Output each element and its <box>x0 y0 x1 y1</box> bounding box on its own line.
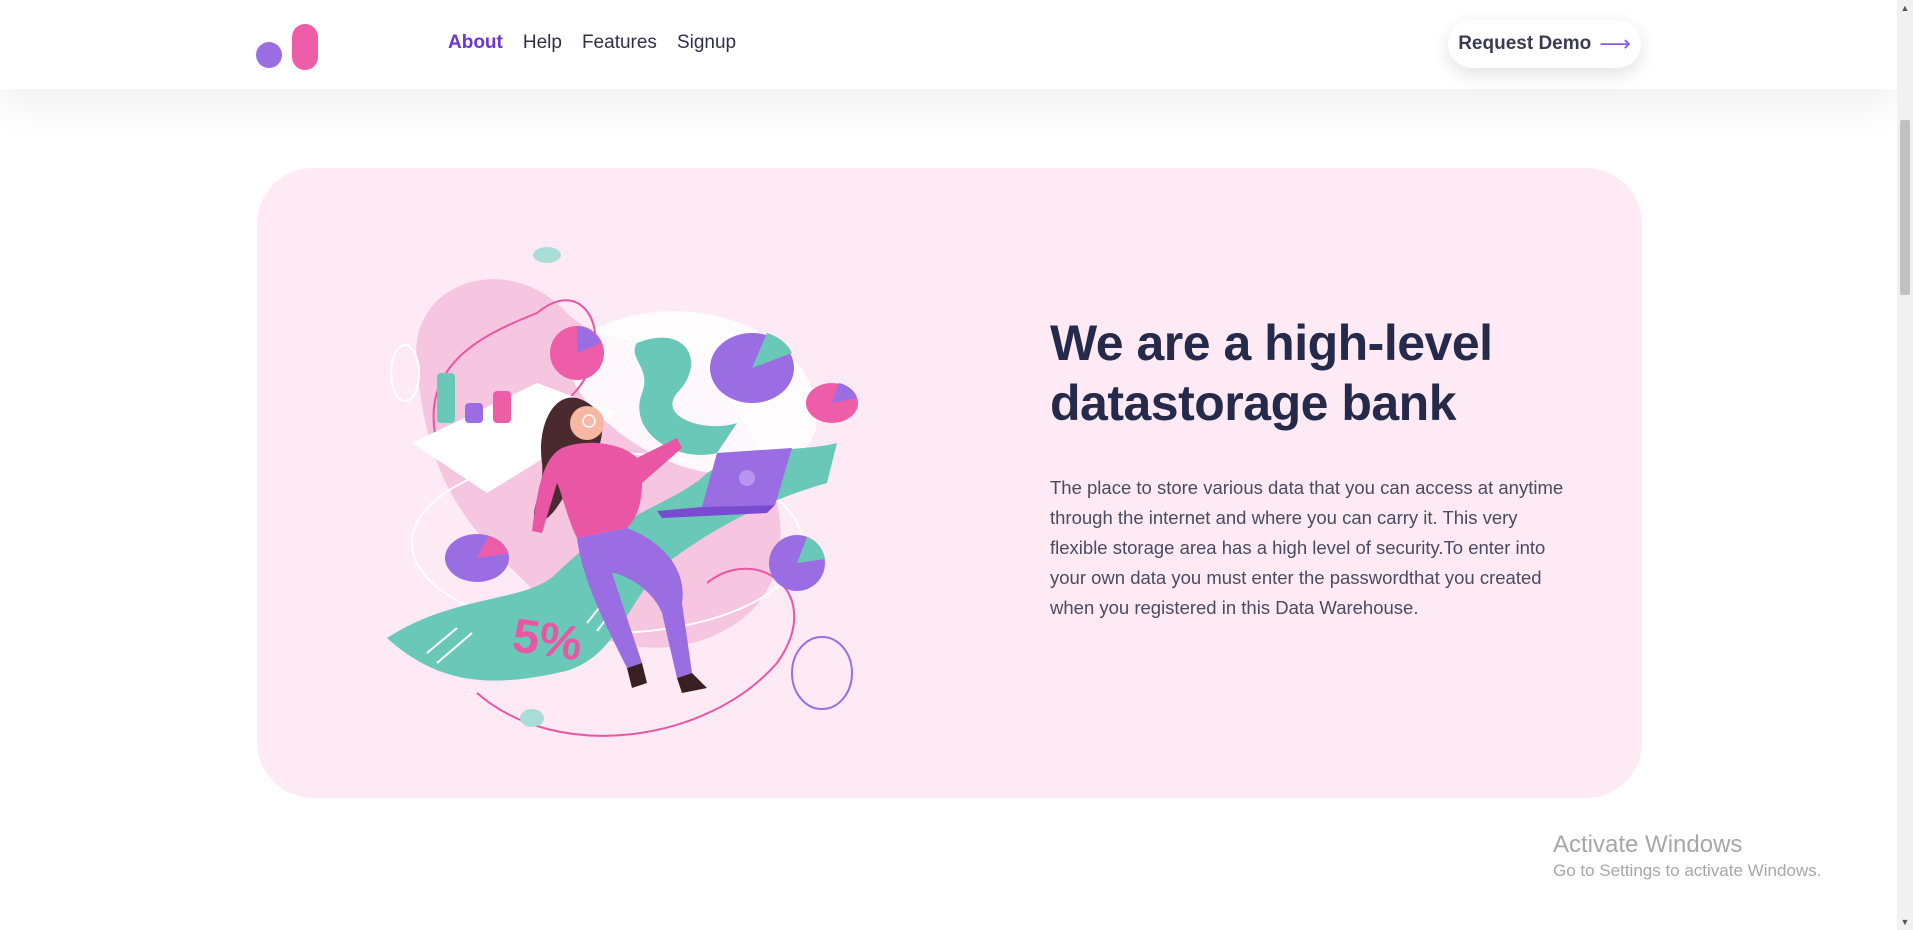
nav-features[interactable]: Features <box>582 30 657 56</box>
teal-dot-bottom <box>520 709 544 727</box>
laptop-logo <box>739 470 755 486</box>
hero-card: 5% We are a high-level datastorage bank … <box>257 168 1642 798</box>
logo-dot <box>256 42 282 68</box>
teal-dot-top <box>533 247 561 263</box>
data-analyst-illustration: 5% <box>387 247 858 737</box>
nav-help[interactable]: Help <box>523 30 562 56</box>
nav-signup[interactable]: Signup <box>677 30 736 56</box>
main-nav: About Help Features Signup <box>448 30 736 56</box>
request-demo-button[interactable]: Request Demo ⟶ <box>1448 20 1641 68</box>
scroll-down-icon[interactable]: ▼ <box>1897 914 1913 930</box>
arrow-right-icon: ⟶ <box>1599 31 1631 56</box>
request-demo-label: Request Demo <box>1458 33 1592 54</box>
bar-teal <box>437 373 455 423</box>
watermark-subtitle: Go to Settings to activate Windows. <box>1553 861 1822 880</box>
logo-pill <box>292 24 318 70</box>
nav-about[interactable]: About <box>448 30 503 56</box>
windows-activation-watermark: Activate Windows Go to Settings to activ… <box>1553 830 1821 882</box>
scrollbar-thumb[interactable] <box>1900 120 1910 295</box>
small-oval-left <box>390 344 420 402</box>
page-scrollbar[interactable]: ▲ ▼ <box>1897 0 1913 930</box>
watermark-title: Activate Windows <box>1553 831 1743 858</box>
bar-purple <box>465 403 483 423</box>
woman-face <box>570 406 604 440</box>
bar-pink <box>493 391 511 423</box>
scroll-up-icon[interactable]: ▲ <box>1897 0 1913 16</box>
purple-ring <box>791 636 853 710</box>
hero-title: We are a high-level datastorage bank <box>1050 315 1493 431</box>
percent-label: 5% <box>509 609 585 671</box>
brand-logo[interactable] <box>256 24 320 72</box>
site-header: About Help Features Signup Request Demo … <box>0 0 1897 89</box>
hero-description: The place to store various data that you… <box>1050 477 1564 618</box>
